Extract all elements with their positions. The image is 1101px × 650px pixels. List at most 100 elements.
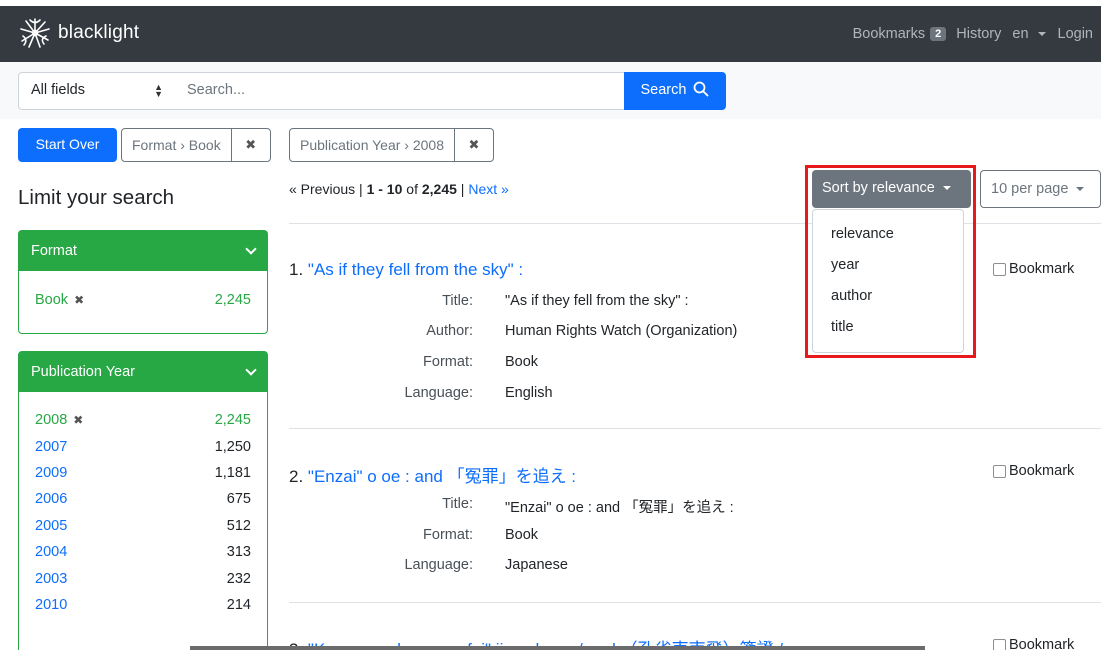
facet-value[interactable]: 2007 <box>35 439 67 455</box>
language-label: en <box>1012 26 1029 42</box>
pager-separator: | <box>359 181 363 197</box>
pager-of: of <box>406 181 418 197</box>
search-input[interactable]: Search... <box>175 72 625 110</box>
facet-item[interactable]: 2004 313 <box>19 539 267 565</box>
facet-item[interactable]: 2010 214 <box>19 592 267 618</box>
facet-value[interactable]: 2006 <box>35 491 67 507</box>
bookmark-checkbox[interactable] <box>993 638 1006 650</box>
previous-link: « Previous <box>289 181 356 197</box>
facet-count: 512 <box>226 517 251 534</box>
facet-header-format[interactable]: Format <box>19 231 267 271</box>
bookmark-checkbox[interactable] <box>993 464 1006 478</box>
facet-count: 313 <box>226 544 251 561</box>
field-value: Japanese <box>505 557 568 573</box>
page-range: 1 - 10 <box>366 181 403 197</box>
chevron-down-icon <box>245 364 257 376</box>
facet-item-book: Book ✖ 2,245 <box>19 287 267 313</box>
total-count: 2,245 <box>421 181 457 197</box>
highlight-box <box>805 165 976 358</box>
facet-count: 2,245 <box>214 292 251 309</box>
facet-value[interactable]: 2003 <box>35 571 67 587</box>
field-value: Human Rights Watch (Organization) <box>505 323 738 339</box>
remove-facet-icon[interactable]: ✖ <box>73 413 83 427</box>
result-title-link[interactable]: 2. "Enzai" o oe : and 「冤罪」を追え : <box>289 462 576 487</box>
field-label: Author: <box>426 323 473 339</box>
facet-publication-year: Publication Year 2008 ✖ 2,245 2007 1,250 … <box>18 351 268 650</box>
field-value: Book <box>505 527 539 543</box>
field-label: Language: <box>404 557 473 573</box>
search-field-value: All fields <box>31 82 85 98</box>
constraint-label: Publication Year › 2008 <box>290 129 455 161</box>
bookmark-toggle[interactable]: Bookmark <box>993 637 1074 650</box>
brand-name: blacklight <box>58 22 140 43</box>
bookmark-toggle[interactable]: Bookmark <box>993 261 1074 277</box>
pagination-info: « Previous | 1 - 10 of 2,245 | Next » <box>289 181 509 197</box>
top-navbar: blacklight Bookmarks 2 History en Login <box>0 6 1101 62</box>
nav-links: Bookmarks 2 History en Login <box>844 26 1093 42</box>
facet-item[interactable]: 2007 1,250 <box>19 433 267 459</box>
facet-header-publication-year[interactable]: Publication Year <box>19 352 267 392</box>
blacklight-logo-icon <box>20 18 50 48</box>
bookmark-checkbox[interactable] <box>993 262 1006 276</box>
facet-count: 675 <box>226 491 251 508</box>
result-title-link[interactable]: 1. "As if they fell from the sky" : <box>289 260 523 280</box>
remove-constraint-icon[interactable]: ✖ <box>455 129 493 161</box>
header-divider <box>289 223 1101 224</box>
constraint-format: Format › Book ✖ <box>121 128 271 162</box>
result-number: 2. <box>289 467 304 486</box>
per-page-dropdown-button[interactable]: 10 per page <box>980 170 1101 208</box>
field-value: Book <box>505 354 539 370</box>
facet-count: 1,181 <box>214 464 251 481</box>
facet-value[interactable]: 2010 <box>35 597 67 613</box>
bookmarks-count-badge: 2 <box>930 27 947 41</box>
sidebar-title: Limit your search <box>18 186 175 209</box>
select-arrows-icon: ▲ ▼ <box>154 82 163 99</box>
result-number: 1. <box>289 260 304 279</box>
search-button[interactable]: Search <box>624 72 726 110</box>
facet-title: Publication Year <box>31 364 135 380</box>
brand-link[interactable]: blacklight <box>18 16 139 50</box>
search-icon <box>694 81 709 97</box>
result-title[interactable]: "As if they fell from the sky" : <box>308 260 523 279</box>
nav-history-link[interactable]: History <box>956 26 1001 42</box>
facet-item[interactable]: 2009 1,181 <box>19 460 267 486</box>
facet-title: Format <box>31 243 77 259</box>
bookmark-label[interactable]: Bookmark <box>1009 261 1074 277</box>
result-divider <box>289 428 1101 429</box>
search-bar: All fields ▲ ▼ Search... Search <box>0 62 1101 119</box>
language-dropdown[interactable]: en <box>1012 26 1046 42</box>
facet-count: 2,245 <box>214 412 251 429</box>
facet-item[interactable]: 2006 675 <box>19 486 267 512</box>
facet-value[interactable]: 2005 <box>35 518 67 534</box>
nav-bookmarks-link[interactable]: Bookmarks <box>853 26 926 42</box>
facet-item: 2008 ✖ 2,245 <box>19 407 267 433</box>
nav-login-link[interactable]: Login <box>1058 26 1093 42</box>
facet-item[interactable]: 2005 512 <box>19 513 267 539</box>
facet-count: 1,250 <box>214 438 251 455</box>
facet-count: 214 <box>226 596 251 613</box>
constraint-label: Format › Book <box>122 129 232 161</box>
bookmark-label[interactable]: Bookmark <box>1009 637 1074 650</box>
facet-count: 232 <box>226 570 251 587</box>
field-value: English <box>505 385 553 401</box>
pager-separator: | <box>460 181 465 197</box>
facet-value: 2008 <box>35 412 68 429</box>
facet-value[interactable]: 2009 <box>35 465 67 481</box>
facet-value[interactable]: 2004 <box>35 544 67 560</box>
next-link[interactable]: Next » <box>468 181 508 197</box>
result-divider <box>289 602 1101 603</box>
field-label: Format: <box>423 354 473 370</box>
field-label: Title: <box>442 293 473 309</box>
constraint-publication-year: Publication Year › 2008 ✖ <box>289 128 494 162</box>
bookmark-label[interactable]: Bookmark <box>1009 463 1074 479</box>
search-field-select[interactable]: All fields ▲ ▼ <box>18 72 176 110</box>
field-label: Format: <box>423 527 473 543</box>
facet-item[interactable]: 2003 232 <box>19 565 267 591</box>
chevron-down-icon <box>245 243 257 255</box>
per-page-label: 10 per page <box>991 181 1069 197</box>
start-over-button[interactable]: Start Over <box>18 128 117 162</box>
remove-facet-icon[interactable]: ✖ <box>74 293 84 307</box>
result-title[interactable]: "Enzai" o oe : and 「冤罪」を追え : <box>308 467 576 486</box>
bookmark-toggle[interactable]: Bookmark <box>993 463 1074 479</box>
remove-constraint-icon[interactable]: ✖ <box>232 129 270 161</box>
